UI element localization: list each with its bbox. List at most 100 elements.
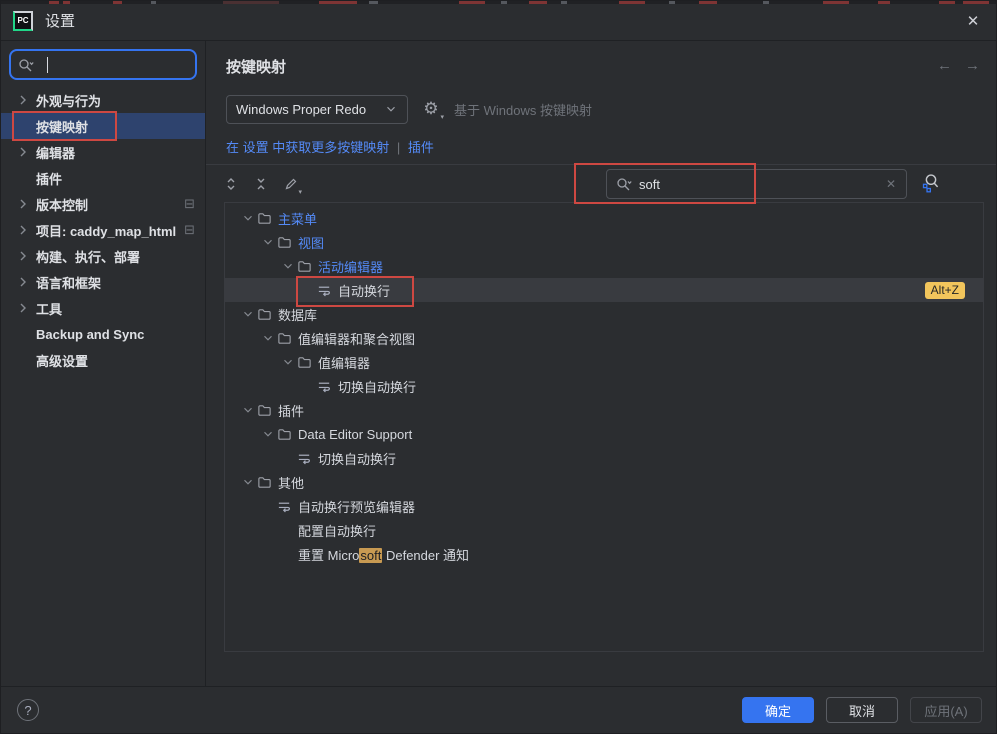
shortcut-badge: Alt+Z	[925, 282, 965, 299]
sidebar-item-label: 按键映射	[36, 117, 88, 136]
sidebar-item-6[interactable]: 构建、执行、部署	[1, 243, 205, 269]
chevron-right-icon[interactable]	[15, 248, 31, 264]
tree-row[interactable]: 活动编辑器	[225, 254, 983, 278]
folder-icon	[276, 330, 292, 346]
sidebar-item-2[interactable]: 编辑器	[1, 139, 205, 165]
tree-row[interactable]: 视图	[225, 230, 983, 254]
plugins-link[interactable]: 插件	[408, 140, 434, 155]
help-button[interactable]: ?	[17, 699, 39, 721]
tree-row[interactable]: 数据库	[225, 302, 983, 326]
get-more-keymaps-link[interactable]: 在 设置 中获取更多按键映射	[226, 140, 389, 155]
clear-search-icon[interactable]: ✕	[884, 177, 898, 191]
chevron-down-icon[interactable]	[240, 210, 256, 226]
tree-row[interactable]: 自动换行 Alt+Z	[225, 278, 983, 302]
chevron-right-icon[interactable]	[15, 300, 31, 316]
tree-row-label: 重置 Microsoft Defender 通知	[298, 545, 469, 564]
tree-row-label: 配置自动换行	[298, 521, 376, 540]
tree-row[interactable]: 值编辑器和聚合视图	[225, 326, 983, 350]
sidebar-item-1[interactable]: 按键映射	[1, 113, 205, 139]
sidebar-item-0[interactable]: 外观与行为	[1, 87, 205, 113]
tree-row[interactable]: 切换自动换行	[225, 374, 983, 398]
scheme-gear-button[interactable]: ⚙ ▾	[420, 99, 442, 119]
sidebar-item-8[interactable]: 工具	[1, 295, 205, 321]
tree-row-label: 活动编辑器	[318, 257, 383, 276]
tree-row[interactable]: 主菜单	[225, 206, 983, 230]
soft-wrap-icon	[316, 378, 332, 394]
chevron-down-icon[interactable]	[260, 330, 276, 346]
chevron-right-icon[interactable]	[15, 144, 31, 160]
links-row: 在 设置 中获取更多按键映射 | 插件	[226, 137, 996, 154]
keymap-search-box[interactable]: ✕	[606, 169, 907, 199]
tree-row[interactable]: 重置 Microsoft Defender 通知	[225, 542, 983, 566]
sidebar-search-box[interactable]	[9, 49, 197, 80]
chevron-down-icon[interactable]	[260, 426, 276, 442]
soft-wrap-icon	[316, 282, 332, 298]
folder-icon	[296, 354, 312, 370]
tree-row-label: 数据库	[278, 305, 317, 324]
window-title: 设置	[45, 10, 75, 31]
tree-row[interactable]: 切换自动换行	[225, 446, 983, 470]
caret-icon: ▾	[298, 188, 302, 196]
help-icon: ?	[24, 703, 31, 718]
tree-row[interactable]: Data Editor Support	[225, 422, 983, 446]
settings-dialog: PC 设置 ✕ 外观与行为	[0, 0, 997, 734]
chevron-right-icon[interactable]	[15, 222, 31, 238]
sidebar-item-label: 版本控制	[36, 195, 88, 214]
ok-button[interactable]: 确定	[742, 697, 814, 723]
collapse-all-button[interactable]	[248, 171, 274, 197]
caret-icon: ▾	[440, 113, 444, 121]
page-title: 按键映射	[226, 56, 996, 74]
tree-row[interactable]: 配置自动换行	[225, 518, 983, 542]
scheme-row: Windows Proper Redo ⚙ ▾ 基于 Windows 按键映射	[226, 94, 996, 124]
tree-row-label: 视图	[298, 233, 324, 252]
chevron-right-icon[interactable]	[15, 196, 31, 212]
folder-icon	[276, 234, 292, 250]
search-match-highlight: soft	[359, 548, 382, 563]
tree-row-label: 值编辑器	[318, 353, 370, 372]
expand-all-button[interactable]	[218, 171, 244, 197]
based-on-label: 基于 Windows 按键映射	[454, 100, 592, 119]
sidebar-nav: 外观与行为 按键映射 编辑器 插件 版本	[1, 87, 205, 373]
sidebar-search-input[interactable]	[35, 57, 189, 72]
folder-icon	[296, 258, 312, 274]
tree-row[interactable]: 自动换行预览编辑器	[225, 494, 983, 518]
keymap-scheme-select[interactable]: Windows Proper Redo	[226, 95, 408, 124]
sidebar-item-3[interactable]: 插件	[1, 165, 205, 191]
tree-row[interactable]: 值编辑器	[225, 350, 983, 374]
sidebar-item-label: Backup and Sync	[36, 327, 144, 342]
chevron-right-icon[interactable]	[15, 274, 31, 290]
chevron-right-icon[interactable]	[15, 92, 31, 108]
chevron-down-icon[interactable]	[280, 354, 296, 370]
scheme-selected-value: Windows Proper Redo	[236, 102, 384, 117]
keymap-tree: 主菜单 视图 活动编辑器	[224, 202, 984, 652]
tree-row-label: 其他	[278, 473, 304, 492]
keymap-search-input[interactable]	[639, 177, 878, 192]
close-icon[interactable]: ✕	[958, 7, 988, 35]
sidebar-item-7[interactable]: 语言和框架	[1, 269, 205, 295]
folder-icon	[256, 474, 272, 490]
chevron-down-icon[interactable]	[240, 474, 256, 490]
forward-icon[interactable]: →	[965, 57, 980, 74]
window-badge-icon: ⊟	[184, 196, 195, 212]
sidebar-item-label: 高级设置	[36, 351, 88, 370]
sidebar-item-4[interactable]: 版本控制 ⊟	[1, 191, 205, 217]
back-icon[interactable]: ←	[937, 57, 952, 74]
sidebar-item-label: 项目: caddy_map_html	[36, 221, 176, 240]
sidebar-item-5[interactable]: 项目: caddy_map_html ⊟	[1, 217, 205, 243]
find-by-shortcut-button[interactable]	[920, 172, 944, 196]
sidebar-item-9[interactable]: Backup and Sync	[1, 321, 205, 347]
tree-row-label: 切换自动换行	[338, 377, 416, 396]
chevron-down-icon[interactable]	[260, 234, 276, 250]
chevron-down-icon[interactable]	[240, 402, 256, 418]
chevron-down-icon[interactable]	[240, 306, 256, 322]
dialog-footer: ? 确定 取消 应用(A)	[1, 686, 996, 733]
edit-shortcut-button[interactable]: ▾	[278, 171, 304, 197]
chevron-down-icon[interactable]	[280, 258, 296, 274]
find-shortcut-icon	[920, 172, 942, 194]
tree-row-label: 自动换行	[338, 281, 390, 300]
link-separator: |	[393, 140, 404, 155]
cancel-button[interactable]: 取消	[826, 697, 898, 723]
sidebar-item-10[interactable]: 高级设置	[1, 347, 205, 373]
tree-row[interactable]: 其他	[225, 470, 983, 494]
tree-row[interactable]: 插件	[225, 398, 983, 422]
